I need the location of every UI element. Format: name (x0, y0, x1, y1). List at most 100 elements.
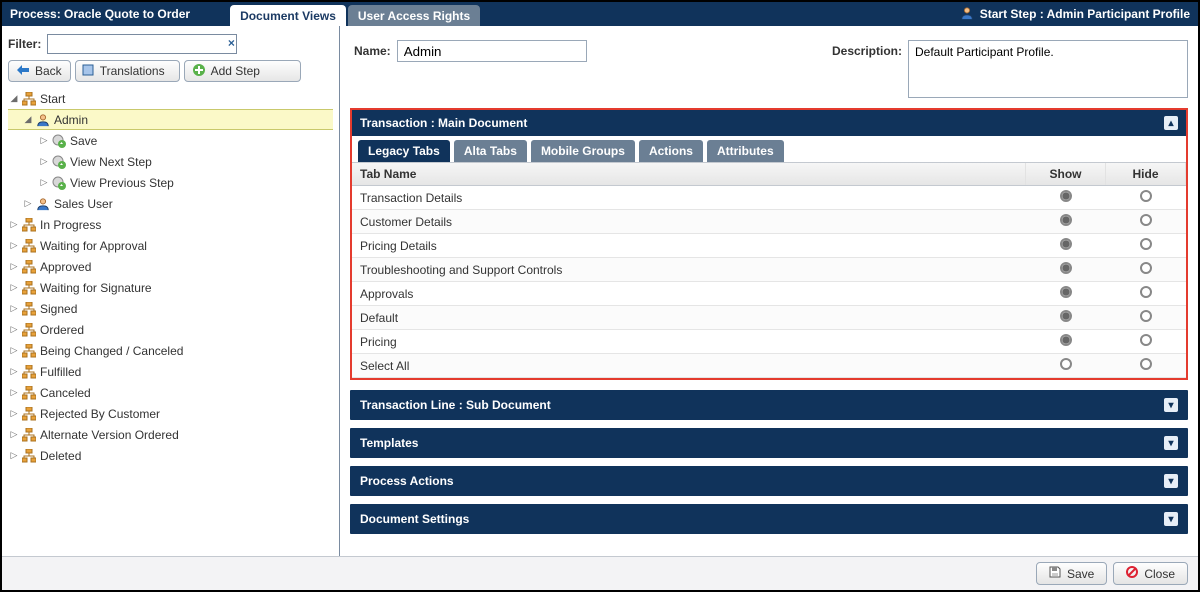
radio-hide[interactable] (1140, 310, 1152, 322)
tree-node-state[interactable]: ▷ Deleted (8, 445, 333, 466)
expand-icon[interactable]: ▷ (38, 156, 50, 167)
radio-show[interactable] (1060, 310, 1072, 322)
name-input[interactable] (397, 40, 587, 62)
expand-icon[interactable]: ▷ (8, 282, 20, 293)
expand-icon[interactable]: ▷ (8, 240, 20, 251)
expand-icon[interactable]: ▷ (8, 324, 20, 335)
col-tab-name: Tab Name (352, 163, 1026, 186)
expand-panel-icon[interactable]: ▾ (1164, 436, 1178, 450)
translations-button[interactable]: Translations (75, 60, 180, 82)
radio-show[interactable] (1060, 262, 1072, 274)
expand-icon[interactable]: ▷ (8, 219, 20, 230)
expand-icon[interactable]: ▷ (8, 366, 20, 377)
subtab-attributes[interactable]: Attributes (707, 140, 784, 162)
user-icon (34, 113, 52, 127)
tab-user-access-rights[interactable]: User Access Rights (348, 5, 480, 26)
tree-node-state[interactable]: ▷In Progress (8, 214, 333, 235)
tree-label: Waiting for Approval (38, 239, 147, 253)
accordion-header[interactable]: Templates▾ (350, 428, 1188, 458)
org-icon (20, 386, 38, 400)
clear-filter-icon[interactable]: × (223, 36, 239, 52)
tree-node-admin[interactable]: ◢ Admin (8, 109, 333, 130)
gear-go-icon (50, 176, 68, 190)
tree-node-state[interactable]: ▷ Canceled (8, 382, 333, 403)
tree-node-state[interactable]: ▷Waiting for Signature (8, 277, 333, 298)
tab-document-views[interactable]: Document Views (230, 5, 346, 26)
accordion-header[interactable]: Transaction Line : Sub Document▾ (350, 390, 1188, 420)
radio-show[interactable] (1060, 214, 1072, 226)
collapse-icon[interactable]: ◢ (8, 93, 20, 104)
tree-node-sales-user[interactable]: ▷ Sales User (8, 193, 333, 214)
tree-node-state[interactable]: ▷Being Changed / Canceled (8, 340, 333, 361)
radio-hide[interactable] (1140, 358, 1152, 370)
radio-hide[interactable] (1140, 214, 1152, 226)
subtab-actions[interactable]: Actions (639, 140, 703, 162)
tree-node-save[interactable]: ▷ Save (8, 130, 333, 151)
expand-panel-icon[interactable]: ▾ (1164, 398, 1178, 412)
radio-hide[interactable] (1140, 190, 1152, 202)
radio-hide[interactable] (1140, 286, 1152, 298)
tree-label: Save (68, 134, 97, 148)
tree-node-state[interactable]: ▷ Waiting for Approval (8, 235, 333, 256)
description-input[interactable] (908, 40, 1188, 98)
arrow-left-icon (17, 64, 29, 78)
tree-node-view-next[interactable]: ▷ View Next Step (8, 151, 333, 172)
tree-node-state[interactable]: ▷Approved (8, 256, 333, 277)
expand-icon[interactable]: ▷ (38, 177, 50, 188)
panel-title: Transaction : Main Document (360, 116, 1164, 130)
expand-panel-icon[interactable]: ▾ (1164, 512, 1178, 526)
org-icon (20, 218, 38, 232)
tree-node-state[interactable]: ▷Alternate Version Ordered (8, 424, 333, 445)
add-step-button[interactable]: Add Step (184, 60, 301, 82)
expand-icon[interactable]: ▷ (8, 345, 20, 356)
tree-label: Fulfilled (38, 365, 81, 379)
accordion-title: Templates (360, 436, 1164, 450)
radio-show[interactable] (1060, 334, 1072, 346)
filter-input[interactable] (47, 34, 237, 54)
tree-node-view-prev[interactable]: ▷ View Previous Step (8, 172, 333, 193)
collapse-panel-icon[interactable]: ▴ (1164, 116, 1178, 130)
expand-icon[interactable]: ▷ (38, 135, 50, 146)
radio-show[interactable] (1060, 238, 1072, 250)
radio-show[interactable] (1060, 286, 1072, 298)
expand-icon[interactable]: ▷ (8, 261, 20, 272)
tree-label: Sales User (52, 197, 113, 211)
subtab-alta-tabs[interactable]: Alta Tabs (454, 140, 527, 162)
collapse-icon[interactable]: ◢ (22, 114, 34, 125)
tree-label: Deleted (38, 449, 81, 463)
radio-hide[interactable] (1140, 334, 1152, 346)
org-icon (20, 344, 38, 358)
back-button[interactable]: Back (8, 60, 71, 82)
close-button[interactable]: Close (1113, 562, 1188, 585)
radio-hide[interactable] (1140, 262, 1152, 274)
tree-label: Admin (52, 113, 88, 127)
expand-icon[interactable]: ▷ (8, 450, 20, 461)
tree-node-state[interactable]: ▷Signed (8, 298, 333, 319)
expand-icon[interactable]: ▷ (8, 408, 20, 419)
accordion-header[interactable]: Process Actions▾ (350, 466, 1188, 496)
accordion-title: Transaction Line : Sub Document (360, 398, 1164, 412)
tree-node-start[interactable]: ◢ Start (8, 88, 333, 109)
cell-tab-name: Default (352, 306, 1026, 330)
subtab-mobile-groups[interactable]: Mobile Groups (531, 140, 635, 162)
org-icon (20, 260, 38, 274)
save-button[interactable]: Save (1036, 562, 1107, 585)
tree-node-state[interactable]: ▷Ordered (8, 319, 333, 340)
expand-panel-icon[interactable]: ▾ (1164, 474, 1178, 488)
subtab-legacy-tabs[interactable]: Legacy Tabs (358, 140, 450, 162)
tree-label: Rejected By Customer (38, 407, 160, 421)
expand-icon[interactable]: ▷ (8, 303, 20, 314)
org-icon (20, 302, 38, 316)
expand-icon[interactable]: ▷ (8, 429, 20, 440)
expand-icon[interactable]: ▷ (22, 198, 34, 209)
tree-node-state[interactable]: ▷ Rejected By Customer (8, 403, 333, 424)
radio-hide[interactable] (1140, 238, 1152, 250)
tree-label: Canceled (38, 386, 91, 400)
accordion-header[interactable]: Document Settings▾ (350, 504, 1188, 534)
cell-tab-name: Pricing Details (352, 234, 1026, 258)
expand-icon[interactable]: ▷ (8, 387, 20, 398)
tree-node-state[interactable]: ▷ Fulfilled (8, 361, 333, 382)
process-title: Process: Oracle Quote to Order (10, 7, 190, 21)
radio-show[interactable] (1060, 190, 1072, 202)
radio-show[interactable] (1060, 358, 1072, 370)
